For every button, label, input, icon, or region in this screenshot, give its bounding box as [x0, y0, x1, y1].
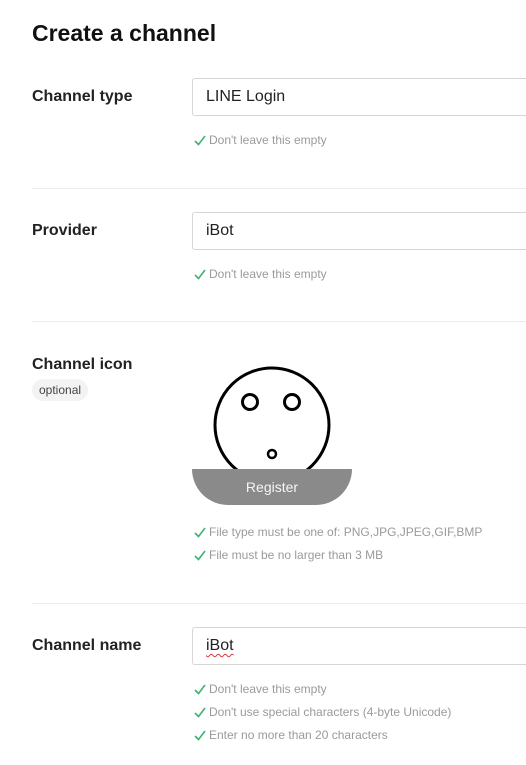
channel-name-messages: Don't leave this empty Don't use special…	[194, 682, 451, 751]
validation-message: Don't use special characters (4-byte Uni…	[194, 705, 451, 728]
check-icon	[194, 707, 206, 718]
validation-message: File must be no larger than 3 MB	[194, 548, 482, 571]
channel-icon-messages: File type must be one of: PNG,JPG,JPEG,G…	[194, 525, 482, 571]
optional-badge: optional	[32, 379, 89, 401]
validation-message: Don't leave this empty	[194, 133, 327, 156]
channel-type-select[interactable]: LINE Login	[192, 78, 526, 116]
page-title: Create a channel	[32, 20, 217, 46]
validation-message: File type must be one of: PNG,JPG,JPEG,G…	[194, 525, 482, 548]
channel-name-value: iBot	[206, 637, 234, 654]
divider	[32, 603, 526, 604]
check-icon	[194, 527, 206, 538]
validation-message: Don't leave this empty	[194, 682, 451, 705]
divider	[32, 188, 526, 189]
channel-icon-uploader[interactable]: Register	[192, 355, 352, 505]
check-icon	[194, 269, 206, 280]
divider	[32, 321, 526, 322]
channel-name-input[interactable]: iBot	[192, 627, 526, 665]
provider-select[interactable]: iBot	[192, 212, 526, 250]
channel-name-label: Channel name	[32, 637, 142, 654]
channel-icon-label: Channel icon	[32, 356, 133, 373]
check-icon	[194, 135, 206, 146]
check-icon	[194, 684, 206, 695]
check-icon	[194, 730, 206, 741]
register-button[interactable]: Register	[192, 469, 352, 505]
check-icon	[194, 550, 206, 561]
validation-message: Don't leave this empty	[194, 267, 327, 290]
channel-type-label: Channel type	[32, 88, 133, 105]
validation-message: Enter no more than 20 characters	[194, 728, 451, 751]
provider-label: Provider	[32, 222, 97, 239]
channel-type-messages: Don't leave this empty	[194, 133, 327, 156]
provider-messages: Don't leave this empty	[194, 267, 327, 290]
